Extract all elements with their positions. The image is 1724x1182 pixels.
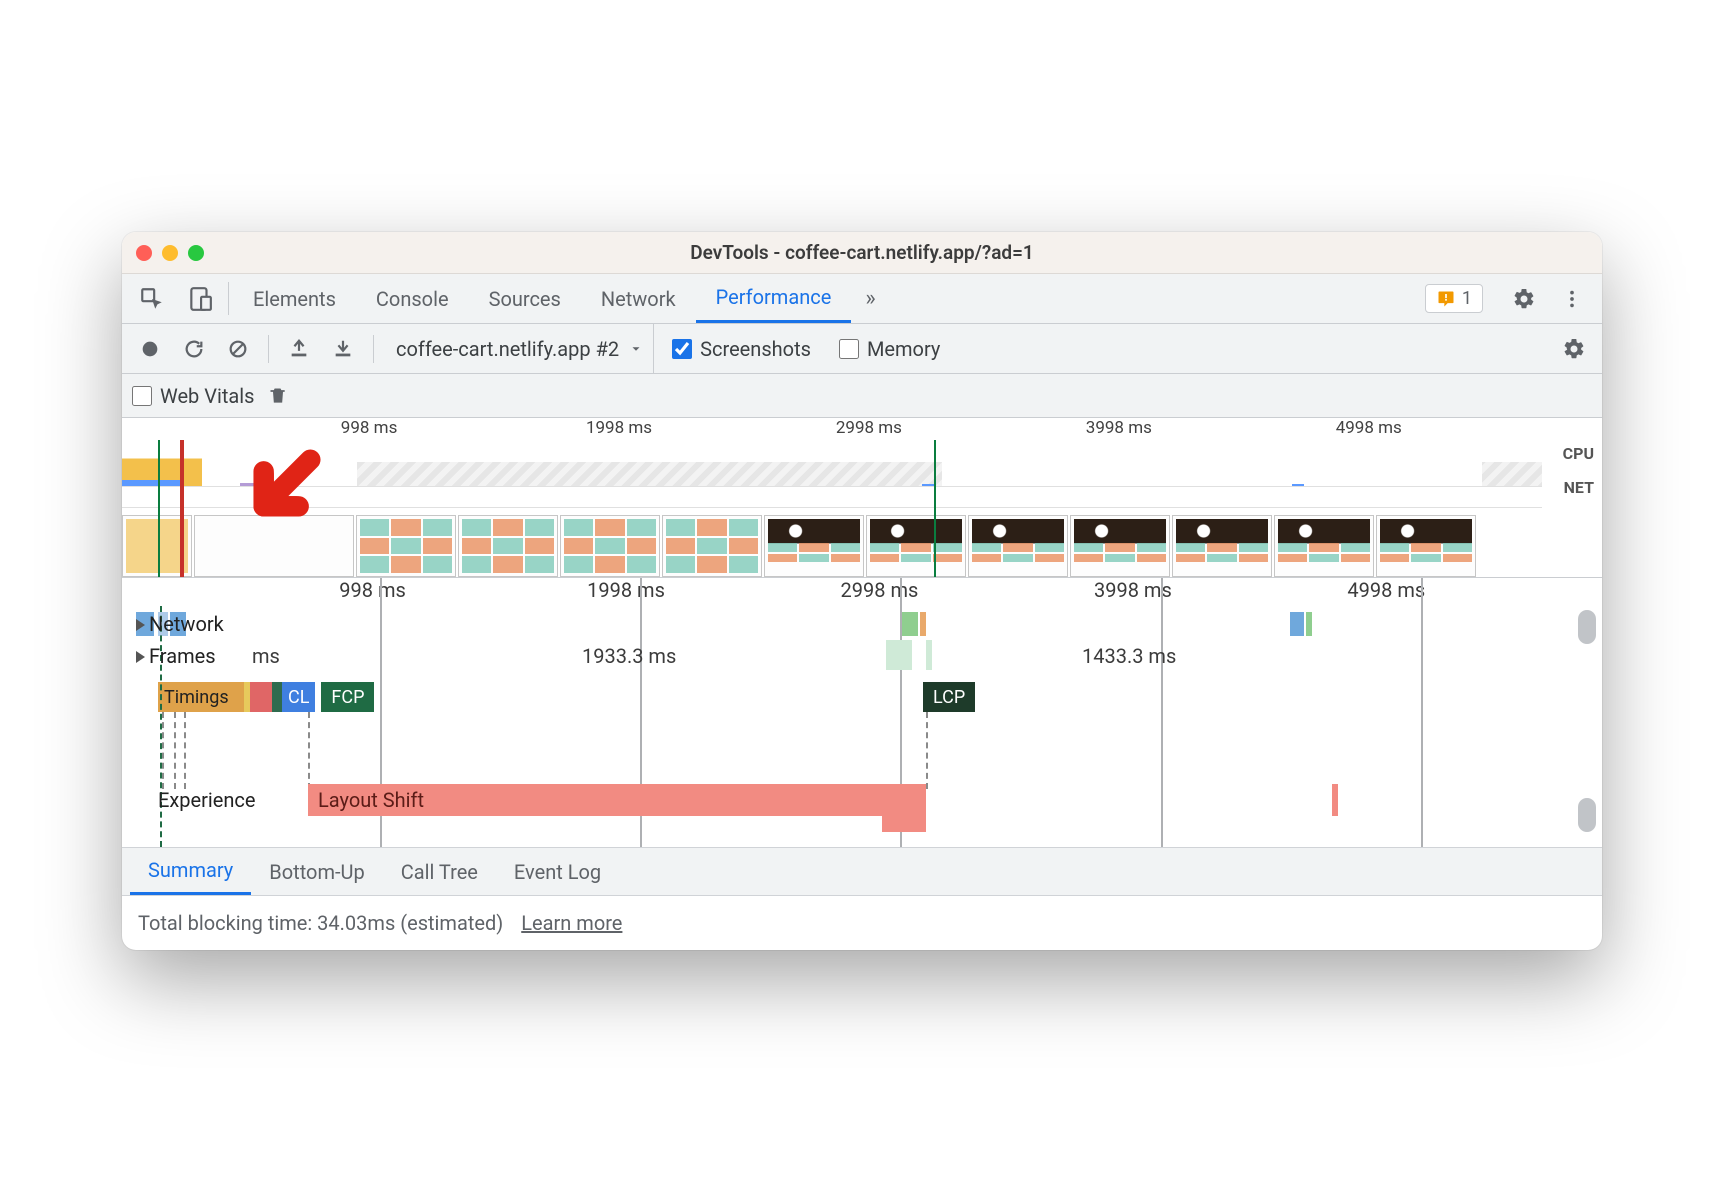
frames-track-header[interactable]: Frames <box>132 644 220 668</box>
overview-net-lane <box>122 486 1542 508</box>
disclosure-icon <box>136 651 145 663</box>
overview-filmstrip[interactable] <box>122 508 1542 577</box>
summary-content: Total blocking time: 34.03ms (estimated)… <box>122 896 1602 950</box>
layout-shift-mark[interactable] <box>1332 784 1338 816</box>
tab-sources[interactable]: Sources <box>469 274 581 323</box>
tbt-value: Total blocking time: 34.03ms (estimated) <box>138 911 503 935</box>
web-vitals-checkbox[interactable]: Web Vitals <box>132 384 254 408</box>
web-vitals-checkbox-input[interactable] <box>132 386 152 406</box>
tab-summary[interactable]: Summary <box>130 848 251 895</box>
overview-ruler: 998 ms 1998 ms 2998 ms 3998 ms 4998 ms <box>122 418 1542 440</box>
record-button[interactable] <box>132 331 168 367</box>
annotation-arrow-icon <box>252 448 322 518</box>
lcp-marker[interactable]: LCP <box>923 682 975 712</box>
issues-badge[interactable]: 1 <box>1425 284 1483 313</box>
flame-ruler: 998 ms 1998 ms 2998 ms 3998 ms 4998 ms <box>122 578 1562 606</box>
vertical-scrollbar-thumb[interactable] <box>1578 610 1596 644</box>
overview-tick-1: 1998 ms <box>586 418 652 438</box>
screenshots-checkbox-input[interactable] <box>672 339 692 359</box>
overview-tick-4: 4998 ms <box>1336 418 1402 438</box>
issues-count: 1 <box>1462 288 1472 309</box>
network-track-header[interactable]: Network <box>132 612 228 636</box>
tab-console[interactable]: Console <box>356 274 469 323</box>
frame-time-0: ms <box>252 644 280 668</box>
tab-event-log[interactable]: Event Log <box>496 848 619 895</box>
disclosure-icon <box>136 619 145 631</box>
cpu-lane-label: CPU <box>1542 440 1602 474</box>
memory-checkbox-input[interactable] <box>839 339 859 359</box>
minimize-window-button[interactable] <box>162 245 178 261</box>
layout-shift-block[interactable]: Layout Shift <box>308 784 926 816</box>
device-toolbar-icon[interactable] <box>176 274 224 323</box>
cl-marker[interactable]: CL <box>282 682 315 712</box>
memory-checkbox[interactable]: Memory <box>829 337 950 361</box>
detail-tabs: Summary Bottom-Up Call Tree Event Log <box>122 848 1602 896</box>
recording-selector[interactable]: coffee-cart.netlify.app #2 <box>386 324 654 373</box>
vertical-scrollbar-thumb-2[interactable] <box>1578 798 1596 832</box>
window-title: DevTools - coffee-cart.netlify.app/?ad=1 <box>122 241 1602 264</box>
traffic-lights <box>136 245 204 261</box>
learn-more-link[interactable]: Learn more <box>521 911 622 935</box>
tabs-overflow-button[interactable]: » <box>851 274 889 323</box>
close-window-button[interactable] <box>136 245 152 261</box>
settings-icon[interactable] <box>1500 287 1548 311</box>
overview-cpu-lane <box>122 440 1542 486</box>
overview-tick-2: 2998 ms <box>836 418 902 438</box>
tab-performance[interactable]: Performance <box>696 274 852 323</box>
frame-time-2: 1433.3 ms <box>1082 644 1176 668</box>
fcp-marker[interactable]: FCP <box>321 682 374 712</box>
web-vitals-row: Web Vitals <box>122 374 1602 418</box>
load-profile-icon[interactable] <box>281 331 317 367</box>
net-lane-label: NET <box>1542 474 1602 508</box>
timings-label: Timings <box>158 682 244 712</box>
tab-bottom-up[interactable]: Bottom-Up <box>251 848 382 895</box>
overview-timeline[interactable]: 998 ms 1998 ms 2998 ms 3998 ms 4998 ms <box>122 418 1602 578</box>
kebab-menu-icon[interactable] <box>1548 288 1596 310</box>
maximize-window-button[interactable] <box>188 245 204 261</box>
overview-tick-0: 998 ms <box>341 418 398 438</box>
tab-network[interactable]: Network <box>581 274 696 323</box>
chevron-down-icon <box>629 342 643 356</box>
overview-lane-labels: CPU NET <box>1542 440 1602 508</box>
tab-call-tree[interactable]: Call Tree <box>383 848 496 895</box>
recording-label: coffee-cart.netlify.app #2 <box>396 337 619 361</box>
trash-icon[interactable] <box>268 385 296 407</box>
clear-button[interactable] <box>220 331 256 367</box>
window-titlebar[interactable]: DevTools - coffee-cart.netlify.app/?ad=1 <box>122 232 1602 274</box>
devtools-window: DevTools - coffee-cart.netlify.app/?ad=1… <box>122 232 1602 950</box>
flame-chart-panel[interactable]: 998 ms 1998 ms 2998 ms 3998 ms 4998 ms N… <box>122 578 1602 848</box>
tab-elements[interactable]: Elements <box>233 274 356 323</box>
frame-time-1: 1933.3 ms <box>582 644 676 668</box>
overview-tick-3: 3998 ms <box>1086 418 1152 438</box>
experience-track-header[interactable]: Experience <box>158 788 256 812</box>
inspect-element-icon[interactable] <box>128 274 176 323</box>
save-profile-icon[interactable] <box>325 331 361 367</box>
timings-track[interactable]: Timings CL FCP <box>158 682 374 712</box>
reload-record-button[interactable] <box>176 331 212 367</box>
screenshots-checkbox[interactable]: Screenshots <box>662 337 821 361</box>
performance-toolbar: coffee-cart.netlify.app #2 Screenshots M… <box>122 324 1602 374</box>
capture-settings-icon[interactable] <box>1556 331 1592 367</box>
devtools-tabbar: Elements Console Sources Network Perform… <box>122 274 1602 324</box>
